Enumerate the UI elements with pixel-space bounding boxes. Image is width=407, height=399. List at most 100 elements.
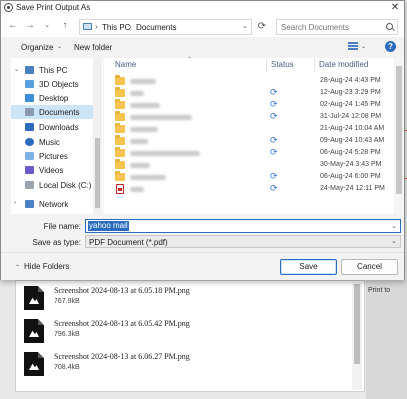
file-row[interactable]: ⟳ 12-Aug-23 3:29 PM: [104, 87, 394, 99]
sidebar-item-3d-objects[interactable]: 3D Objects: [11, 77, 93, 91]
pc-icon: [83, 23, 92, 30]
redacted-file-name: [130, 127, 158, 132]
file-date: 28-Aug-24 4:43 PM: [320, 77, 381, 84]
save-as-type-value: PDF Document (*.pdf): [89, 238, 168, 247]
file-row[interactable]: 21-Aug-24 10:04 AM: [104, 123, 394, 135]
background-file-item[interactable]: Screenshot 2024-08-13 at 6.06.27 PM.png …: [24, 352, 324, 380]
background-file-size: 708.4kB: [54, 364, 80, 371]
redacted-file-name: [130, 115, 192, 120]
sort-arrow-icon: ⌃: [187, 57, 193, 63]
help-icon[interactable]: ?: [385, 41, 396, 52]
chevron-down-icon[interactable]: ⌄: [391, 222, 397, 230]
videos-icon: [25, 166, 34, 174]
up-button[interactable]: ↑: [59, 20, 71, 32]
background-file-item[interactable]: Screenshot 2024-08-13 at 6.05.42 PM.png …: [24, 319, 324, 347]
column-divider[interactable]: [314, 58, 315, 72]
sidebar-item-network[interactable]: › Network: [11, 197, 93, 211]
chevron-down-icon[interactable]: ⌄: [14, 66, 19, 73]
sidebar-item-this-pc[interactable]: ⌄ This PC: [11, 63, 93, 77]
redacted-file-name: [130, 163, 150, 168]
file-row[interactable]: ⟳ 02-Aug-24 1:45 PM: [104, 99, 394, 111]
back-button[interactable]: ←: [7, 20, 19, 32]
save-as-type-label: Save as type:: [32, 238, 81, 247]
recent-locations-button[interactable]: ⌄: [41, 20, 53, 32]
column-header-status[interactable]: Status: [271, 60, 294, 69]
sidebar-item-music[interactable]: Music: [11, 135, 93, 149]
navigation-scrollbar[interactable]: [93, 58, 102, 214]
folder-icon: [115, 171, 125, 181]
pictures-icon: [25, 152, 34, 160]
save-button[interactable]: Save: [280, 259, 337, 275]
background-side-text: Print to: [368, 287, 391, 294]
redacted-file-name: [130, 79, 156, 84]
image-file-icon: [24, 352, 44, 376]
background-file-item[interactable]: Screenshot 2024-08-13 at 6.05.18 PM.png …: [24, 286, 324, 314]
breadcrumb-documents[interactable]: Documents: [136, 23, 176, 32]
desktop-icon: [25, 94, 34, 102]
column-header-name[interactable]: Name: [115, 60, 136, 69]
image-file-icon: [24, 286, 44, 310]
sidebar-item-local-disk[interactable]: Local Disk (C:): [11, 178, 93, 192]
new-folder-button[interactable]: New folder: [74, 43, 112, 52]
background-file-size: 767.9kB: [54, 298, 80, 305]
file-name-field[interactable]: yahoo mail ⌄: [85, 219, 401, 233]
hide-folders-button[interactable]: ⌃ Hide Folders: [15, 262, 69, 271]
file-row[interactable]: 30-May-24 3:43 PM: [104, 159, 394, 171]
background-file-name: Screenshot 2024-08-13 at 6.06.27 PM.png: [54, 352, 190, 361]
background-file-name: Screenshot 2024-08-13 at 6.05.42 PM.png: [54, 319, 190, 328]
sidebar-item-desktop[interactable]: Desktop: [11, 91, 93, 105]
sidebar-item-videos[interactable]: Videos: [11, 163, 93, 177]
column-divider[interactable]: [266, 58, 267, 72]
background-scrollbar[interactable]: [352, 282, 362, 390]
scrollbar-thumb[interactable]: [396, 66, 402, 194]
organize-button[interactable]: Organize: [21, 43, 53, 52]
background-file-list: Screenshot 2024-08-13 at 6.05.18 PM.png …: [15, 280, 365, 392]
sidebar-item-label: Documents: [39, 108, 80, 117]
file-name-value[interactable]: yahoo mail: [88, 221, 129, 231]
sync-status-icon: ⟳: [270, 111, 278, 121]
view-options-icon[interactable]: [348, 42, 358, 51]
music-icon: [25, 138, 34, 146]
sidebar-item-pictures[interactable]: Pictures: [11, 149, 93, 163]
file-row[interactable]: 28-Aug-24 4:43 PM: [104, 75, 394, 87]
documents-icon: [25, 108, 34, 116]
breadcrumb-separator: ›: [95, 22, 98, 31]
address-dropdown-icon[interactable]: ⌄: [242, 22, 248, 30]
scrollbar-thumb[interactable]: [354, 284, 360, 364]
breadcrumb-separator: ›: [129, 22, 132, 31]
redacted-file-name: [130, 151, 200, 156]
navigation-pane: ⌄ This PC 3D Objects Desktop Documents D…: [11, 58, 103, 214]
address-bar[interactable]: › This PC › Documents ⌄: [79, 19, 252, 35]
file-date: 24-May-24 12:11 PM: [320, 185, 385, 192]
sync-status-icon: ⟳: [270, 99, 278, 109]
column-header-date-modified[interactable]: Date modified: [319, 60, 368, 69]
dialog-footer: ⌃ Hide Folders Save Cancel: [1, 252, 404, 280]
sidebar-item-label: Videos: [39, 166, 64, 175]
chevron-down-icon[interactable]: ⌄: [391, 237, 397, 245]
forward-button[interactable]: →: [24, 20, 36, 32]
file-list-scrollbar[interactable]: [394, 58, 404, 214]
file-row[interactable]: ⟳ 06-Aug-24 6:00 PM: [104, 171, 394, 183]
breadcrumb-this-pc[interactable]: This PC: [102, 23, 130, 32]
sidebar-item-documents[interactable]: Documents: [11, 105, 93, 119]
file-row[interactable]: ⟳ 09-Aug-24 10:43 AM: [104, 135, 394, 147]
file-list: Name ⌃ Status Date modified 28-Aug-24 4:…: [104, 57, 404, 214]
search-box[interactable]: [276, 19, 398, 35]
sidebar-item-downloads[interactable]: Downloads: [11, 120, 93, 134]
save-as-type-select[interactable]: PDF Document (*.pdf) ⌄: [85, 235, 401, 248]
file-row[interactable]: ⟳ 31-Jul-24 12:08 PM: [104, 111, 394, 123]
chevron-down-icon[interactable]: ⌄: [361, 43, 366, 50]
navigation-bar: ← → ⌄ ↑ › This PC › Documents ⌄ ⟳: [1, 15, 404, 37]
chevron-right-icon[interactable]: ›: [14, 200, 16, 206]
folder-icon: [115, 75, 125, 85]
cancel-button[interactable]: Cancel: [341, 259, 398, 275]
close-button[interactable]: ✕: [388, 1, 402, 15]
search-input[interactable]: [281, 22, 381, 33]
sync-status-icon: ⟳: [270, 135, 278, 145]
file-date: 06-Aug-24 6:00 PM: [320, 173, 381, 180]
refresh-button[interactable]: ⟳: [254, 19, 270, 35]
file-row[interactable]: ⟳ 06-Aug-24 5:28 PM: [104, 147, 394, 159]
sync-status-icon: ⟳: [270, 171, 278, 181]
scrollbar-thumb[interactable]: [95, 138, 100, 208]
file-row[interactable]: ⟳ 24-May-24 12:11 PM: [104, 183, 394, 195]
